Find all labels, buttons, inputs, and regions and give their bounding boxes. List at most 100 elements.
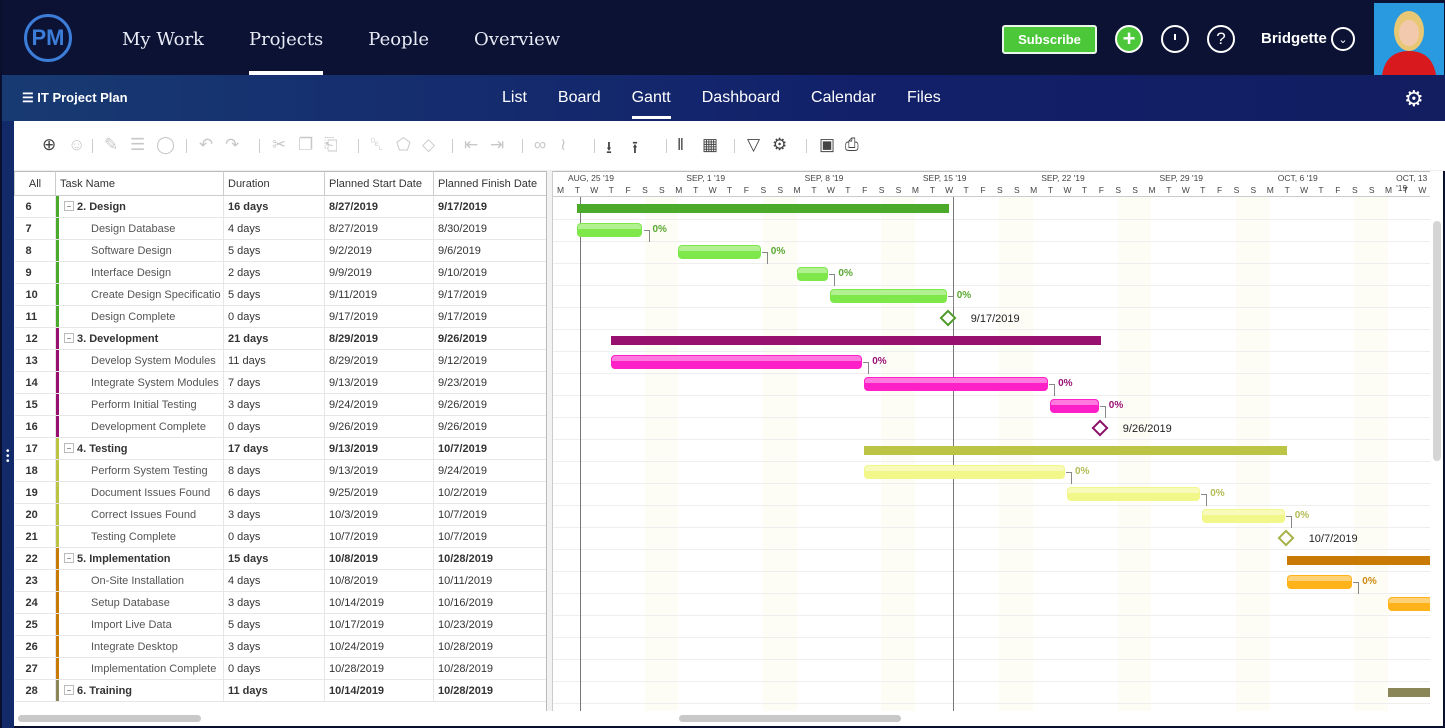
planned-start-cell[interactable]: 8/27/2019 — [324, 217, 434, 240]
table-row[interactable]: 26 Integrate Desktop 3 days 10/24/2019 10/28… — [14, 635, 546, 658]
planned-start-cell[interactable]: 10/24/2019 — [324, 635, 434, 658]
planned-start-cell[interactable]: 9/9/2019 — [324, 261, 434, 284]
tab-dashboard[interactable]: Dashboard — [702, 75, 780, 121]
user-menu-chevron-icon[interactable]: ⌄ — [1331, 27, 1355, 51]
planned-finish-cell[interactable]: 10/7/2019 — [433, 525, 546, 548]
task-bar[interactable] — [830, 289, 947, 303]
task-name-cell[interactable]: Integrate Desktop — [55, 635, 224, 658]
assign-user-icon[interactable]: ☺ — [68, 135, 85, 155]
planned-start-cell[interactable]: 9/11/2019 — [324, 283, 434, 306]
task-bar[interactable] — [678, 245, 761, 259]
planned-start-cell[interactable]: 9/26/2019 — [324, 415, 434, 438]
nav-people[interactable]: People — [368, 0, 429, 75]
gantt-horizontal-scrollbar[interactable] — [679, 715, 901, 722]
paste-icon[interactable]: ⎗ — [324, 135, 338, 155]
duration-cell[interactable]: 3 days — [223, 635, 325, 658]
task-name-cell[interactable]: Correct Issues Found — [55, 503, 224, 526]
redo-icon[interactable]: ↷ — [225, 135, 239, 155]
table-row[interactable]: 22 5. Implementation 15 days 10/8/2019 10/28… — [14, 547, 546, 570]
tab-board[interactable]: Board — [558, 75, 601, 121]
nav-projects[interactable]: Projects — [248, 0, 324, 75]
collapse-toggle-icon[interactable] — [64, 332, 74, 343]
undo-icon[interactable]: ↶ — [199, 135, 213, 155]
milestone-diamond[interactable] — [1277, 529, 1295, 547]
task-bar[interactable] — [610, 355, 863, 369]
planned-start-cell[interactable]: 8/29/2019 — [324, 327, 434, 350]
duration-cell[interactable]: 4 days — [223, 217, 325, 240]
planned-finish-cell[interactable]: 10/2/2019 — [433, 481, 546, 504]
table-row[interactable]: 16 Development Complete 0 days 9/26/2019 9/2… — [14, 415, 546, 438]
duration-cell[interactable]: 0 days — [223, 657, 325, 680]
tab-list[interactable]: List — [502, 75, 527, 121]
planned-start-cell[interactable]: 10/3/2019 — [324, 503, 434, 526]
unlink-icon[interactable]: ≀ — [560, 135, 566, 155]
nav-my-work[interactable]: My Work — [122, 0, 204, 75]
task-name-cell[interactable]: 4. Testing — [55, 437, 224, 460]
table-row[interactable]: 24 Setup Database 3 days 10/14/2019 10/16/20… — [14, 591, 546, 614]
task-name-cell[interactable]: Interface Design — [55, 261, 224, 284]
planned-finish-cell[interactable]: 9/24/2019 — [433, 459, 546, 482]
planned-start-cell[interactable]: 10/14/2019 — [324, 591, 434, 614]
duration-cell[interactable]: 3 days — [223, 503, 325, 526]
vertical-scrollbar[interactable] — [1433, 221, 1441, 461]
print-icon[interactable]: ⎙ — [845, 135, 859, 155]
planned-start-cell[interactable]: 8/29/2019 — [324, 349, 434, 372]
task-bar[interactable] — [1050, 399, 1099, 413]
help-icon[interactable]: ? — [1207, 25, 1235, 53]
planned-finish-cell[interactable]: 10/28/2019 — [433, 679, 546, 702]
duration-cell[interactable]: 5 days — [223, 239, 325, 262]
table-row[interactable]: 21 Testing Complete 0 days 10/7/2019 10/7/20… — [14, 525, 546, 548]
duration-cell[interactable]: 5 days — [223, 613, 325, 636]
task-bar[interactable] — [576, 223, 643, 237]
planned-finish-cell[interactable]: 10/7/2019 — [433, 437, 546, 460]
table-row[interactable]: 28 6. Training 11 days 10/14/2019 10/28/2019 — [14, 679, 546, 702]
planned-finish-cell[interactable]: 9/17/2019 — [433, 195, 546, 218]
tab-files[interactable]: Files — [907, 75, 941, 121]
planned-finish-cell[interactable]: 9/26/2019 — [433, 393, 546, 416]
table-row[interactable]: 7 Design Database 4 days 8/27/2019 8/30/2019 — [14, 217, 546, 240]
planned-finish-cell[interactable]: 10/28/2019 — [433, 547, 546, 570]
task-name-cell[interactable]: Integrate System Modules — [55, 371, 224, 394]
duration-cell[interactable]: 3 days — [223, 591, 325, 614]
planned-start-cell[interactable]: 10/28/2019 — [324, 657, 434, 680]
add-task-icon[interactable]: ⊕ — [42, 135, 56, 155]
hamburger-menu-icon[interactable]: ☰ — [22, 90, 34, 105]
collapse-toggle-icon[interactable] — [64, 684, 74, 695]
planned-start-cell[interactable]: 10/8/2019 — [324, 569, 434, 592]
task-name-cell[interactable]: 3. Development — [55, 327, 224, 350]
task-bar[interactable] — [796, 267, 829, 281]
summary-bar[interactable] — [1388, 688, 1430, 697]
task-name-cell[interactable]: Create Design Specificatio — [55, 283, 224, 306]
pm-logo[interactable]: PM — [24, 14, 72, 62]
avatar[interactable] — [1374, 3, 1444, 75]
duration-cell[interactable]: 11 days — [223, 679, 325, 702]
settings-icon[interactable]: ⚙ — [772, 135, 787, 155]
duration-cell[interactable]: 11 days — [223, 349, 325, 372]
project-settings-gear-icon[interactable]: ⚙ — [1404, 86, 1424, 112]
drag-handle-icon[interactable]: • • • — [6, 447, 10, 467]
milestone-icon[interactable]: ◇ — [422, 135, 435, 155]
summary-bar[interactable] — [576, 204, 949, 213]
task-name-cell[interactable]: Develop System Modules — [55, 349, 224, 372]
planned-finish-cell[interactable]: 9/23/2019 — [433, 371, 546, 394]
columns-icon[interactable]: ‖ — [677, 135, 684, 155]
planned-finish-cell[interactable]: 9/26/2019 — [433, 327, 546, 350]
duration-cell[interactable]: 15 days — [223, 547, 325, 570]
planned-start-cell[interactable]: 8/27/2019 — [324, 195, 434, 218]
table-row[interactable]: 25 Import Live Data 5 days 10/17/2019 10/23/… — [14, 613, 546, 636]
planned-start-cell[interactable]: 9/17/2019 — [324, 305, 434, 328]
planned-finish-cell[interactable]: 10/16/2019 — [433, 591, 546, 614]
save-icon[interactable]: ▣ — [819, 135, 835, 155]
task-name-cell[interactable]: 6. Training — [55, 679, 224, 702]
table-row[interactable]: 14 Integrate System Modules 7 days 9/13/201… — [14, 371, 546, 394]
table-row[interactable]: 15 Perform Initial Testing 3 days 9/24/2019… — [14, 393, 546, 416]
task-name-cell[interactable]: Perform Initial Testing — [55, 393, 224, 416]
delete-icon[interactable]: ␡ — [370, 135, 384, 155]
task-name-cell[interactable]: Setup Database — [55, 591, 224, 614]
task-name-cell[interactable]: Import Live Data — [55, 613, 224, 636]
planned-start-cell[interactable]: 9/2/2019 — [324, 239, 434, 262]
planned-finish-cell[interactable]: 10/7/2019 — [433, 503, 546, 526]
task-name-cell[interactable]: On-Site Installation — [55, 569, 224, 592]
task-name-cell[interactable]: Perform System Testing — [55, 459, 224, 482]
task-bar[interactable] — [864, 377, 1049, 391]
